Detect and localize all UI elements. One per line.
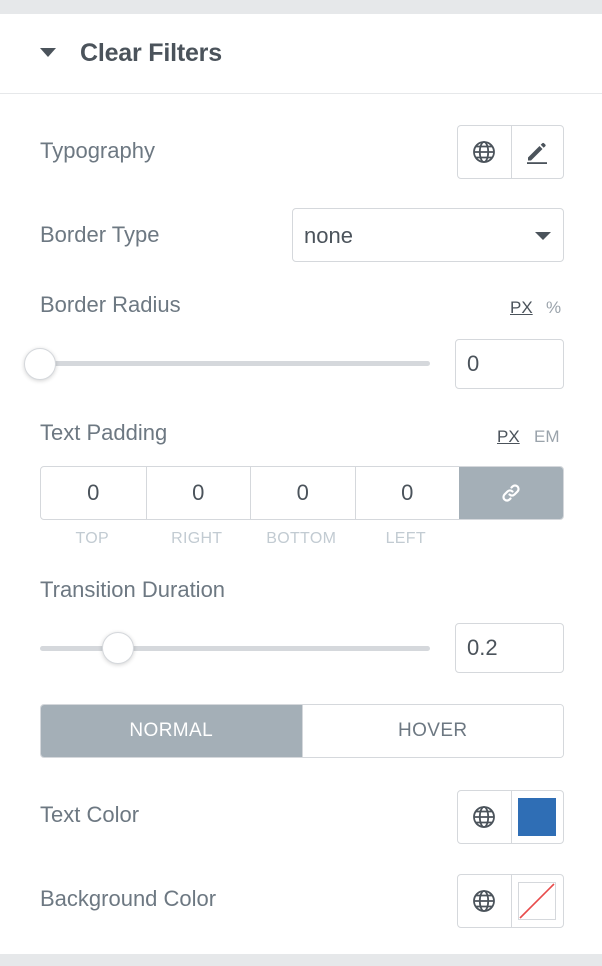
link-icon	[502, 484, 520, 502]
transition-duration-input[interactable]: 0.2	[455, 623, 564, 673]
background-color-picker[interactable]	[510, 875, 564, 927]
border-type-label: Border Type	[40, 222, 160, 247]
section-title[interactable]: Clear Filters	[80, 39, 222, 68]
link-values-button[interactable]	[459, 467, 563, 519]
text-padding-unit-px[interactable]: PX	[497, 427, 520, 447]
padding-left-label: LEFT	[385, 530, 426, 547]
pencil-icon	[527, 142, 548, 164]
text-color-picker[interactable]	[510, 791, 564, 843]
border-radius-unit-percent[interactable]: %	[546, 298, 561, 318]
text-color-label: Text Color	[40, 802, 140, 827]
text-color-swatch	[518, 798, 557, 836]
border-radius-label: Border Radius	[40, 292, 181, 317]
style-panel: Clear Filters Typography Border Type non…	[0, 14, 602, 954]
typography-controls	[457, 125, 564, 179]
border-radius-input[interactable]: 0	[455, 339, 564, 389]
tab-hover[interactable]: HOVER	[301, 705, 563, 757]
text-padding-label: Text Padding	[40, 420, 168, 445]
padding-right-label: RIGHT	[171, 530, 223, 547]
border-radius-slider-track[interactable]	[40, 361, 430, 366]
padding-top-label: TOP	[75, 530, 109, 547]
text-padding-dimensions: 0 0 0 0	[40, 466, 564, 520]
chevron-down-icon	[535, 232, 551, 240]
text-padding-unit-em[interactable]: EM	[534, 427, 560, 447]
border-type-select[interactable]: none	[292, 208, 564, 262]
transition-slider-track[interactable]	[40, 646, 430, 651]
typography-label: Typography	[40, 138, 155, 163]
transition-slider-handle[interactable]	[102, 632, 134, 664]
globe-icon	[473, 141, 496, 163]
padding-right-input[interactable]: 0	[145, 467, 251, 519]
padding-bottom-label: BOTTOM	[266, 530, 337, 547]
typography-global-button[interactable]	[458, 126, 511, 178]
globe-icon	[473, 806, 496, 828]
text-color-controls	[457, 790, 564, 844]
background-color-label: Background Color	[40, 886, 217, 911]
tab-normal[interactable]: NORMAL	[41, 705, 302, 757]
background-color-controls	[457, 874, 564, 928]
text-color-global-button[interactable]	[458, 791, 511, 843]
border-radius-unit-px[interactable]: PX	[510, 298, 533, 318]
padding-top-input[interactable]: 0	[41, 467, 146, 519]
border-type-value: none	[304, 223, 353, 248]
section-header[interactable]: Clear Filters	[0, 14, 602, 94]
padding-bottom-input[interactable]: 0	[250, 467, 355, 519]
typography-edit-button[interactable]	[510, 126, 564, 178]
background-color-global-button[interactable]	[458, 875, 511, 927]
transition-duration-label: Transition Duration	[40, 577, 226, 602]
no-color-swatch-icon	[518, 882, 557, 920]
globe-icon	[473, 890, 496, 912]
state-tabs: NORMAL HOVER	[40, 704, 564, 758]
caret-down-icon[interactable]	[40, 48, 56, 57]
border-radius-slider-handle[interactable]	[24, 348, 56, 380]
padding-side-labels: TOP RIGHT BOTTOM LEFT	[40, 530, 460, 548]
padding-left-input[interactable]: 0	[354, 467, 460, 519]
